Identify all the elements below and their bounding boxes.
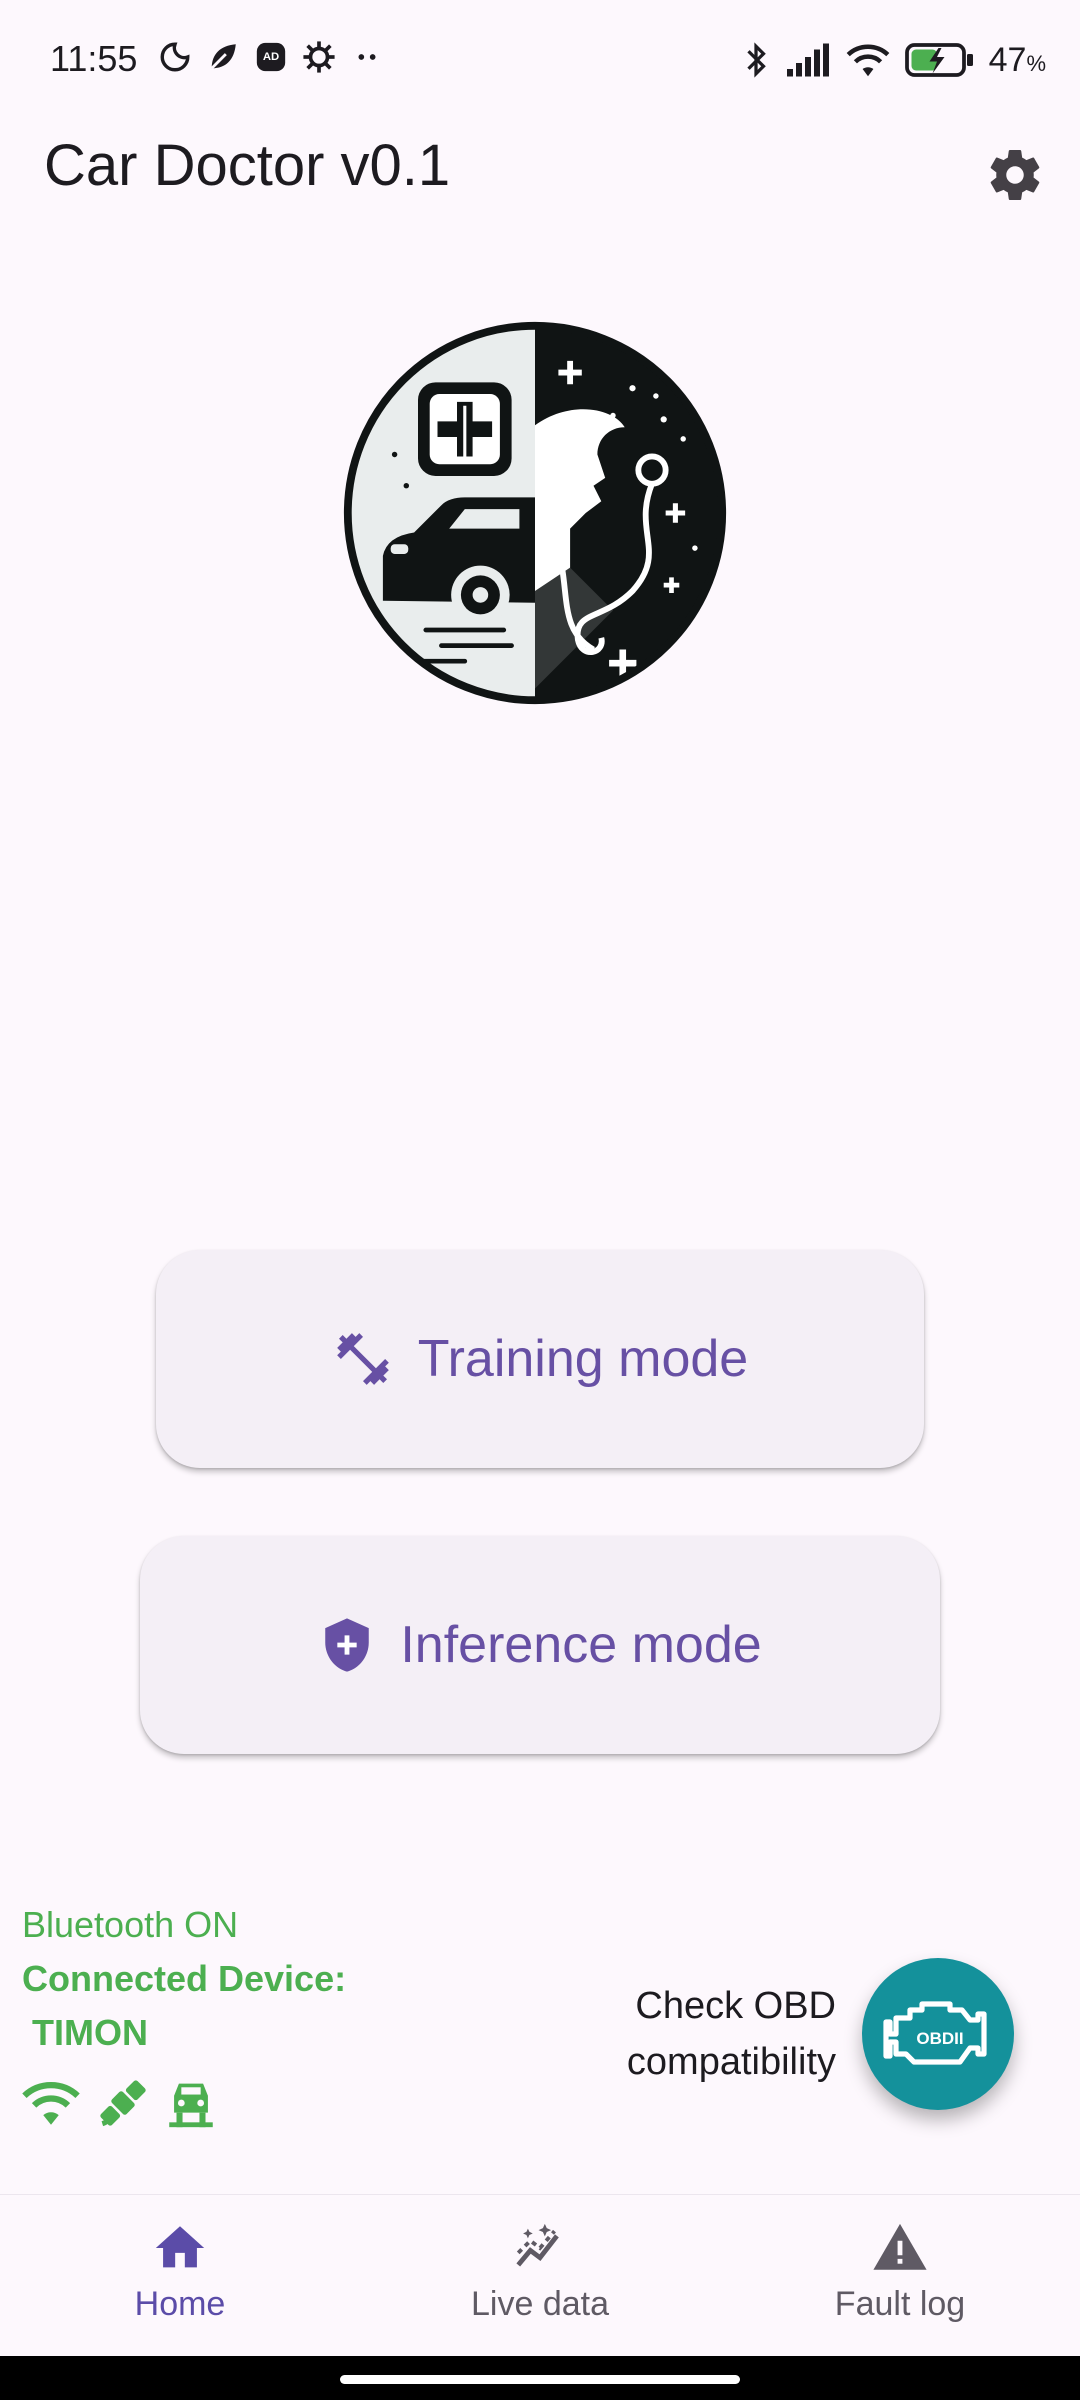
adblocker-icon: AD [256, 42, 286, 72]
obd-compatibility-label: Check OBD compatibility [626, 1985, 836, 2083]
warning-icon [873, 2223, 927, 2270]
bluetooth-status-text: Bluetooth ON [22, 1904, 239, 1945]
obd-fab-text: OBDII [916, 2029, 963, 2048]
nav-live-data-label: Live data [471, 2285, 609, 2323]
bottom-navigation: Home Live data Fault log [0, 2194, 1080, 2357]
auto-graph-icon [516, 2223, 559, 2267]
shield-plus-icon [325, 1618, 370, 1672]
connected-device-name: TIMON [32, 2012, 148, 2053]
check-obd-button[interactable]: OBDII [862, 1958, 1014, 2110]
bluetooth-status-panel: Bluetooth ON Connected Device: TIMON [22, 1904, 346, 2134]
nav-fault-log-label: Fault log [834, 2285, 966, 2323]
connection-indicators [22, 2072, 346, 2134]
car-doctor-logo [343, 321, 727, 705]
gear-icon [990, 149, 1040, 200]
home-gesture-bar[interactable] [340, 2375, 740, 2384]
nav-live-data[interactable]: Live data [360, 2195, 720, 2357]
nav-home[interactable]: Home [0, 2195, 360, 2357]
moon-icon [160, 42, 190, 72]
dumbbell-icon [336, 1333, 389, 1385]
training-mode-label: Training mode [417, 1330, 749, 1388]
app-title: Car Doctor v0.1 [44, 133, 451, 198]
status-bar: 11:55 AD 47% [0, 0, 1080, 120]
wifi-icon [846, 44, 889, 77]
status-icons-left: AD [158, 40, 384, 74]
nav-fault-log[interactable]: Fault log [720, 2195, 1080, 2357]
battery-percent: 47% [988, 40, 1046, 79]
settings-button[interactable] [980, 140, 1050, 210]
bluetooth-icon [746, 42, 766, 78]
gear-small-icon [303, 41, 335, 73]
home-icon [155, 2226, 205, 2268]
battery-charging-icon [904, 43, 973, 77]
connected-device-label: Connected Device: [22, 1958, 347, 1999]
engine-obd-icon: OBDII [883, 2001, 987, 2065]
training-mode-button[interactable]: Training mode [156, 1250, 924, 1468]
inference-mode-button[interactable]: Inference mode [140, 1536, 940, 1754]
car-icon [169, 2083, 213, 2128]
signal-icon [786, 43, 829, 77]
status-time: 11:55 [50, 38, 138, 79]
wifi-icon [22, 2082, 80, 2125]
satellite-icon [100, 2080, 146, 2127]
inference-mode-label: Inference mode [400, 1616, 762, 1674]
more-dots-icon [358, 54, 376, 60]
status-icons-right: 47% [741, 40, 1046, 80]
leaf-icon [210, 44, 236, 70]
svg-text:AD: AD [263, 51, 279, 63]
nav-home-label: Home [134, 2285, 226, 2323]
